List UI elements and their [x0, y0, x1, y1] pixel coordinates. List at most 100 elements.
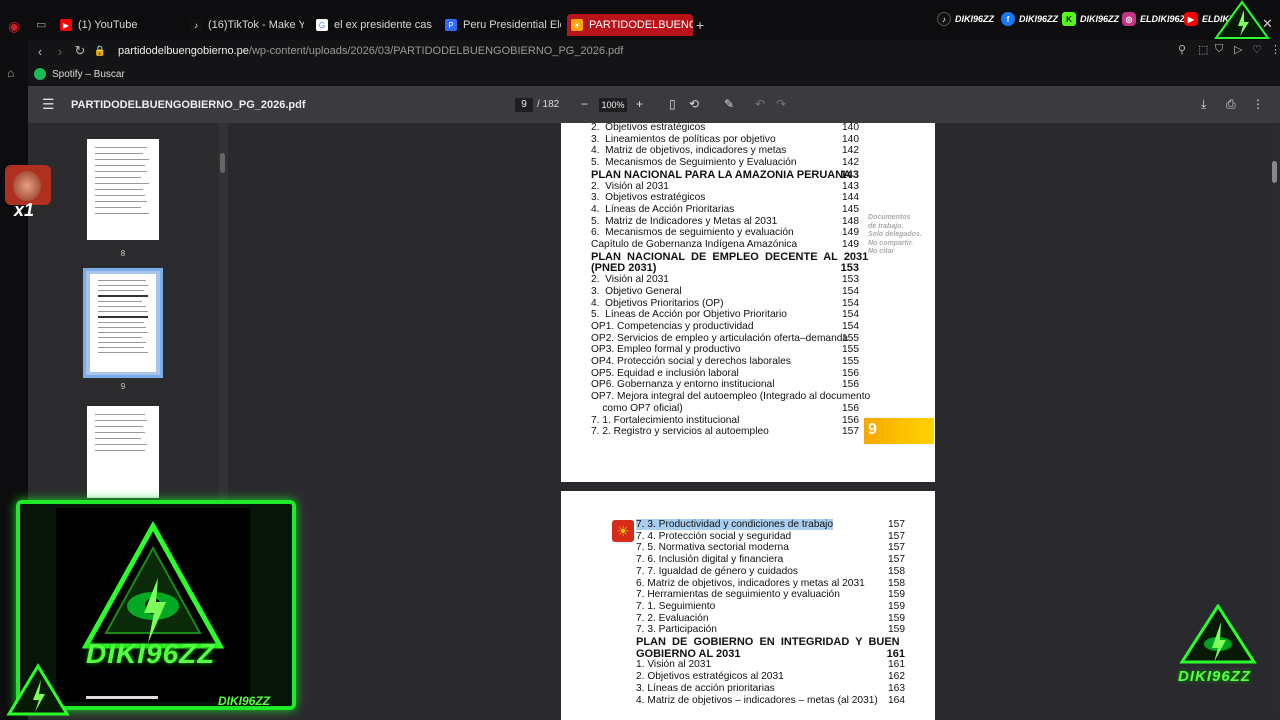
- new-tab-icon[interactable]: +: [696, 17, 704, 33]
- tab-youtube[interactable]: ▶ (1) YouTube: [56, 14, 184, 36]
- toc-entry[interactable]: 4. Matriz de objetivos, indicadores y me…: [591, 145, 866, 157]
- youtube-icon: ▶: [60, 19, 72, 31]
- snapshot-icon[interactable]: ⬚: [1198, 43, 1208, 56]
- toc-entry-page: 155: [842, 356, 859, 367]
- extensions-icon[interactable]: ⌂: [7, 66, 14, 80]
- toc-entry[interactable]: OP7. Mejora integral del autoempleo (Int…: [591, 391, 870, 403]
- toc-entry[interactable]: 7. 7. Igualdad de género y cuidados 158: [636, 566, 908, 578]
- page-number-input[interactable]: 9: [515, 98, 533, 112]
- download-icon[interactable]: ⤓: [1201, 97, 1206, 112]
- bookmark-spotify[interactable]: Spotify – Buscar: [52, 69, 125, 80]
- lock-icon[interactable]: 🔒: [90, 46, 110, 57]
- toc-entry[interactable]: 2. Objetivos estratégicos 140: [591, 122, 866, 134]
- toc-entry-page: 159: [888, 600, 905, 612]
- toc-entry[interactable]: 7. 3. Participación 159: [636, 624, 908, 636]
- toc-entry-page: 156: [842, 402, 859, 414]
- thumbnail-scrollbar[interactable]: [218, 123, 228, 500]
- top-logo-icon: [1214, 0, 1270, 39]
- toc-entry-title: 7. 6. Inclusión digital y financiera: [636, 554, 784, 566]
- toc-entry[interactable]: 7. 5. Normativa sectorial moderna 157: [636, 542, 908, 554]
- toc-entry[interactable]: 3. Líneas de acción prioritarias 163: [636, 683, 908, 695]
- zoom-out-icon[interactable]: −: [581, 97, 588, 111]
- thumbnail-page-8[interactable]: [87, 139, 159, 240]
- tab-google[interactable]: G el ex presidente castillo, c: [312, 14, 432, 36]
- shield-icon[interactable]: ⛉: [1215, 43, 1223, 56]
- thumbnail-page-9-selected[interactable]: [83, 268, 163, 378]
- redo-icon[interactable]: ↷: [776, 97, 786, 111]
- toc-entry-title: 2. Objetivos estratégicos: [591, 122, 706, 133]
- site-icon: P: [445, 19, 457, 31]
- toc-entry[interactable]: 7. 2. Evaluación 159: [636, 613, 908, 625]
- toc-entry[interactable]: Capítulo de Gobernanza Indígena Amazónic…: [591, 239, 866, 251]
- share-icon[interactable]: ▷: [1234, 43, 1242, 56]
- toc-entry[interactable]: PLAN NACIONAL PARA LA AMAZONIA PERUANA 14…: [591, 169, 866, 181]
- toc-entry[interactable]: 7. 3. Productividad y condiciones de tra…: [636, 519, 908, 531]
- toc-entry-title: PLAN NACIONAL PARA LA AMAZONIA PERUANA: [591, 168, 852, 181]
- toc-entry[interactable]: OP4. Protección social y derechos labora…: [591, 356, 866, 368]
- toc-entry[interactable]: 2. Visión al 2031 143: [591, 181, 866, 193]
- pin-icon[interactable]: ⚲: [1178, 43, 1186, 56]
- toc-entry-page: 163: [888, 682, 905, 694]
- toc-entry[interactable]: OP5. Equidad e inclusión laboral 156: [591, 368, 866, 380]
- toc-entry[interactable]: 5. Mecanismos de Seguimiento y Evaluació…: [591, 157, 866, 169]
- tab-pdf-active[interactable]: ☀ PARTIDODELBUENGOBIERNO: [567, 14, 693, 36]
- toc-entry-title: OP5. Equidad e inclusión laboral: [591, 367, 739, 379]
- toc-entry[interactable]: 7. 1. Seguimiento 159: [636, 601, 908, 613]
- toc-entry[interactable]: OP6. Gobernanza y entorno institucional 1…: [591, 379, 866, 391]
- toc-entry[interactable]: GOBIERNO AL 2031 161: [636, 648, 908, 660]
- more-icon[interactable]: ⋮: [1270, 43, 1280, 56]
- toc-entry[interactable]: 3. Lineamientos de políticas por objetiv…: [591, 134, 866, 146]
- print-icon[interactable]: ⎙: [1226, 97, 1236, 112]
- toc-entry[interactable]: 1. Visión al 2031 161: [636, 659, 908, 671]
- toc-entry[interactable]: 7. 6. Inclusión digital y financiera 157: [636, 554, 908, 566]
- toc-entry[interactable]: PLAN NACIONAL DE EMPLEO DECENTE AL 2031: [591, 251, 868, 263]
- reload-icon[interactable]: ↻: [70, 43, 90, 59]
- toc-entry[interactable]: 7. 1. Fortalecimiento institucional 156: [591, 415, 866, 427]
- toc-entry[interactable]: 6. Matriz de objetivos, indicadores y me…: [636, 578, 908, 590]
- toc-entry-page: 153: [840, 262, 859, 275]
- rotate-icon[interactable]: ⟲: [689, 97, 699, 111]
- toc-entry[interactable]: (PNED 2031) 153: [591, 262, 866, 274]
- menu-icon[interactable]: ☰: [42, 96, 55, 113]
- toc-entry-page: 145: [842, 203, 859, 215]
- heart-icon[interactable]: ♡: [1252, 43, 1262, 56]
- tab-tiktok[interactable]: ♪ (16)TikTok - Make Your Da: [186, 14, 304, 36]
- back-icon[interactable]: ‹: [30, 44, 50, 59]
- thumbnail-scroll-knob[interactable]: [220, 153, 225, 173]
- toc-entry[interactable]: 4. Matriz de objetivos – indicadores – m…: [636, 695, 908, 707]
- more-actions-icon[interactable]: ⋮: [1252, 97, 1264, 111]
- toc-entry[interactable]: 2. Objetivos estratégicos al 2031 162: [636, 671, 908, 683]
- toc-entry[interactable]: OP2. Servicios de empleo y articulación …: [591, 333, 866, 345]
- toc-entry[interactable]: 6. Mecanismos de seguimiento y evaluació…: [591, 227, 866, 239]
- toc-entry[interactable]: 5. Matriz de Indicadores y Metas al 2031…: [591, 216, 866, 228]
- toc-entry[interactable]: 5. Líneas de Acción por Objetivo Priorit…: [591, 309, 866, 321]
- fit-page-icon[interactable]: ▯: [669, 97, 676, 111]
- toc-entry[interactable]: 7. 2. Registro y servicios al autoempleo…: [591, 426, 866, 438]
- zoom-input[interactable]: 100%: [599, 98, 627, 112]
- toc-entry[interactable]: OP1. Competencias y productividad 154: [591, 321, 866, 333]
- toc-entry[interactable]: 2. Visión al 2031 153: [591, 274, 866, 286]
- tab-list-icon[interactable]: ▭: [36, 18, 46, 31]
- viewer-scrollbar[interactable]: [1270, 123, 1280, 713]
- toc-entry[interactable]: 7. Herramientas de seguimiento y evaluac…: [636, 589, 908, 601]
- tab-election[interactable]: P Peru Presidential Election: [441, 14, 561, 36]
- toc-entry[interactable]: 3. Objetivo General 154: [591, 286, 866, 298]
- zoom-in-icon[interactable]: +: [636, 97, 643, 111]
- toc-entry[interactable]: como OP7 oficial) 156: [591, 403, 866, 415]
- draw-icon[interactable]: ✎: [724, 97, 734, 111]
- toc-entry[interactable]: OP3. Empleo formal y productivo 155: [591, 344, 866, 356]
- opera-icon[interactable]: ◉: [8, 18, 20, 35]
- thumbnail-page-10[interactable]: [87, 406, 159, 498]
- toc-entry[interactable]: 7. 4. Protección social y seguridad 157: [636, 531, 908, 543]
- undo-icon[interactable]: ↶: [755, 97, 765, 111]
- forward-icon[interactable]: ›: [50, 44, 70, 59]
- toc-entry[interactable]: 4. Líneas de Acción Prioritarias 145: [591, 204, 866, 216]
- toc-entry[interactable]: PLAN DE GOBIERNO EN INTEGRIDAD Y BUEN: [636, 636, 908, 648]
- toc-entry[interactable]: 4. Objetivos Prioritarios (OP) 154: [591, 298, 866, 310]
- toc-entry-title: 2. Visión al 2031: [591, 274, 669, 286]
- tiktok-icon: ♪: [937, 12, 951, 26]
- toc-entry-page: 157: [842, 426, 859, 438]
- toc-entry[interactable]: 3. Objetivos estratégicos 144: [591, 192, 866, 204]
- viewer-scroll-knob[interactable]: [1272, 161, 1277, 183]
- url-field[interactable]: partidodelbuengobierno.pe/wp-content/upl…: [118, 45, 623, 57]
